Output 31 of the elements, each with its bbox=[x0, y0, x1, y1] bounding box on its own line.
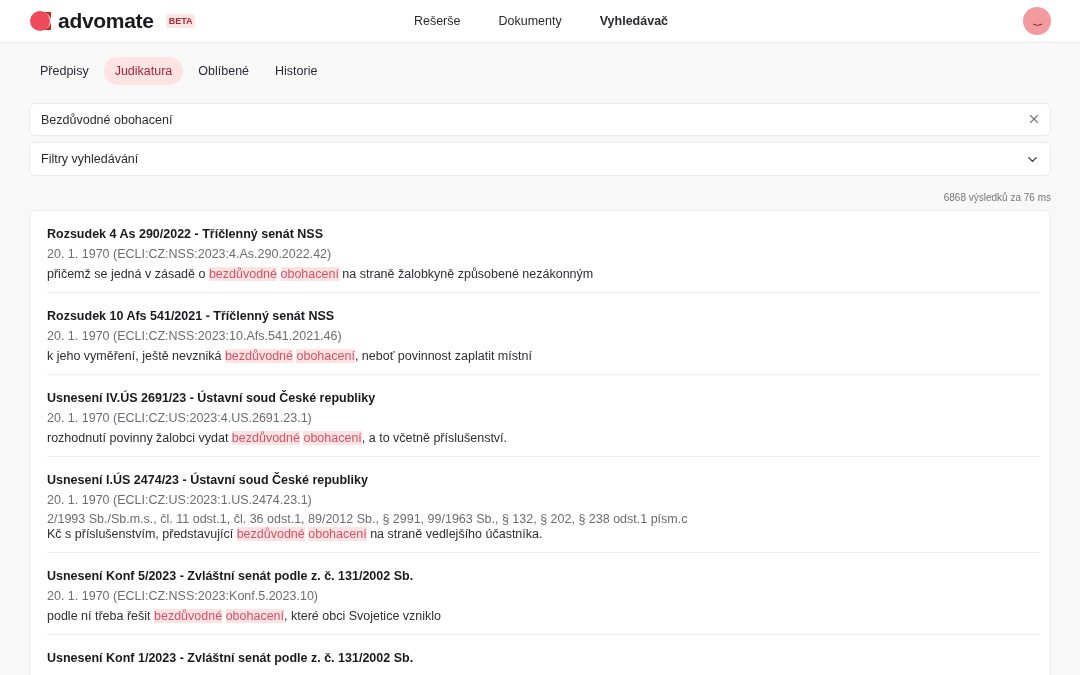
result-count: 6868 výsledků za 76 ms bbox=[942, 191, 1051, 205]
close-icon[interactable] bbox=[1027, 112, 1041, 126]
result-title[interactable]: Usnesení I.ÚS 2474/23 - Ústavní soud České republiky bbox=[47, 473, 1040, 487]
tab[interactable]: Předpisy bbox=[29, 57, 100, 85]
tab[interactable]: Judikatura bbox=[103, 57, 184, 85]
nav-link[interactable]: Dokumenty bbox=[498, 14, 562, 28]
logo-text: advomate bbox=[58, 9, 154, 33]
tab[interactable]: Historie bbox=[264, 57, 329, 85]
logo-icon bbox=[30, 10, 52, 32]
search-field[interactable]: Bezdůvodné obohacení bbox=[29, 103, 1051, 136]
result-date: 20. 1. 1970 (ECLI:CZ:US:2023:4.US.2691.23.1) bbox=[47, 411, 313, 425]
result-snippet: přičemž se jedná v zásadě o bezdůvodné obohacení na straně žalobkyně způsobené nezákonným bbox=[47, 266, 595, 283]
tab[interactable]: Oblíbené bbox=[187, 57, 261, 85]
beta-badge: BETA bbox=[165, 14, 196, 28]
nav-link[interactable]: Vyhledávač bbox=[599, 14, 669, 28]
result-title[interactable]: Usnesení Konf 5/2023 - Zvláštní senát podle z. č. 131/2002 Sb. bbox=[47, 569, 1040, 583]
result-title[interactable]: Rozsudek 10 Afs 541/2021 - Tříčlenný senát NSS bbox=[47, 309, 1040, 323]
result-snippet: Kč s příslušenstvím, představující bezdůvodné obohacení na straně vedlejšího účastníka. bbox=[47, 526, 544, 543]
result-snippet: podle ní třeba řešit bezdůvodné obohacení, které obci Svojetice vzniklo bbox=[47, 608, 443, 625]
result-title[interactable]: Usnesení Konf 1/2023 - Zvláštní senát podle z. č. 131/2002 Sb. bbox=[47, 651, 1040, 665]
result-date: 20. 1. 1970 (ECLI:CZ:NSS:2023:Konf.5.2023.10) bbox=[47, 589, 319, 603]
result-date: 20. 1. 1970 (ECLI:CZ:NSS:2023:10.Afs.541.2021.46) bbox=[47, 329, 343, 343]
result-date: 20. 1. 1970 (ECLI:CZ:US:2023:1.US.2474.23.1) bbox=[47, 493, 313, 507]
filter-dropdown[interactable]: Filtry vyhledávání bbox=[29, 142, 1051, 176]
result-title[interactable]: Usnesení IV.ÚS 2691/23 - Ústavní soud České republiky bbox=[47, 391, 1040, 405]
nav-link[interactable]: Rešerše bbox=[413, 14, 461, 28]
result-title[interactable]: Rozsudek 4 As 290/2022 - Tříčlenný senát NSS bbox=[47, 227, 1040, 241]
result-date: 20. 1. 1970 (ECLI:CZ:NSS:2023:4.As.290.2022.42) bbox=[47, 247, 333, 261]
result-snippet: rozhodnutí povinny žalobci vydat bezdůvodné obohacení, a to včetně příslušenství. bbox=[47, 430, 509, 447]
result-snippet: k jeho vyměření, ještě nevzniká bezdůvodné obohacení, neboť povinnost zaplatit místní bbox=[47, 348, 533, 365]
result-references: 2/1993 Sb./Sb.m.s., čl. 11 odst.1, čl. 36 odst.1, 89/2012 Sb., § 2991, 99/1963 Sb., § 132, § 202, § 238 odst.1 písm.c bbox=[47, 512, 689, 526]
